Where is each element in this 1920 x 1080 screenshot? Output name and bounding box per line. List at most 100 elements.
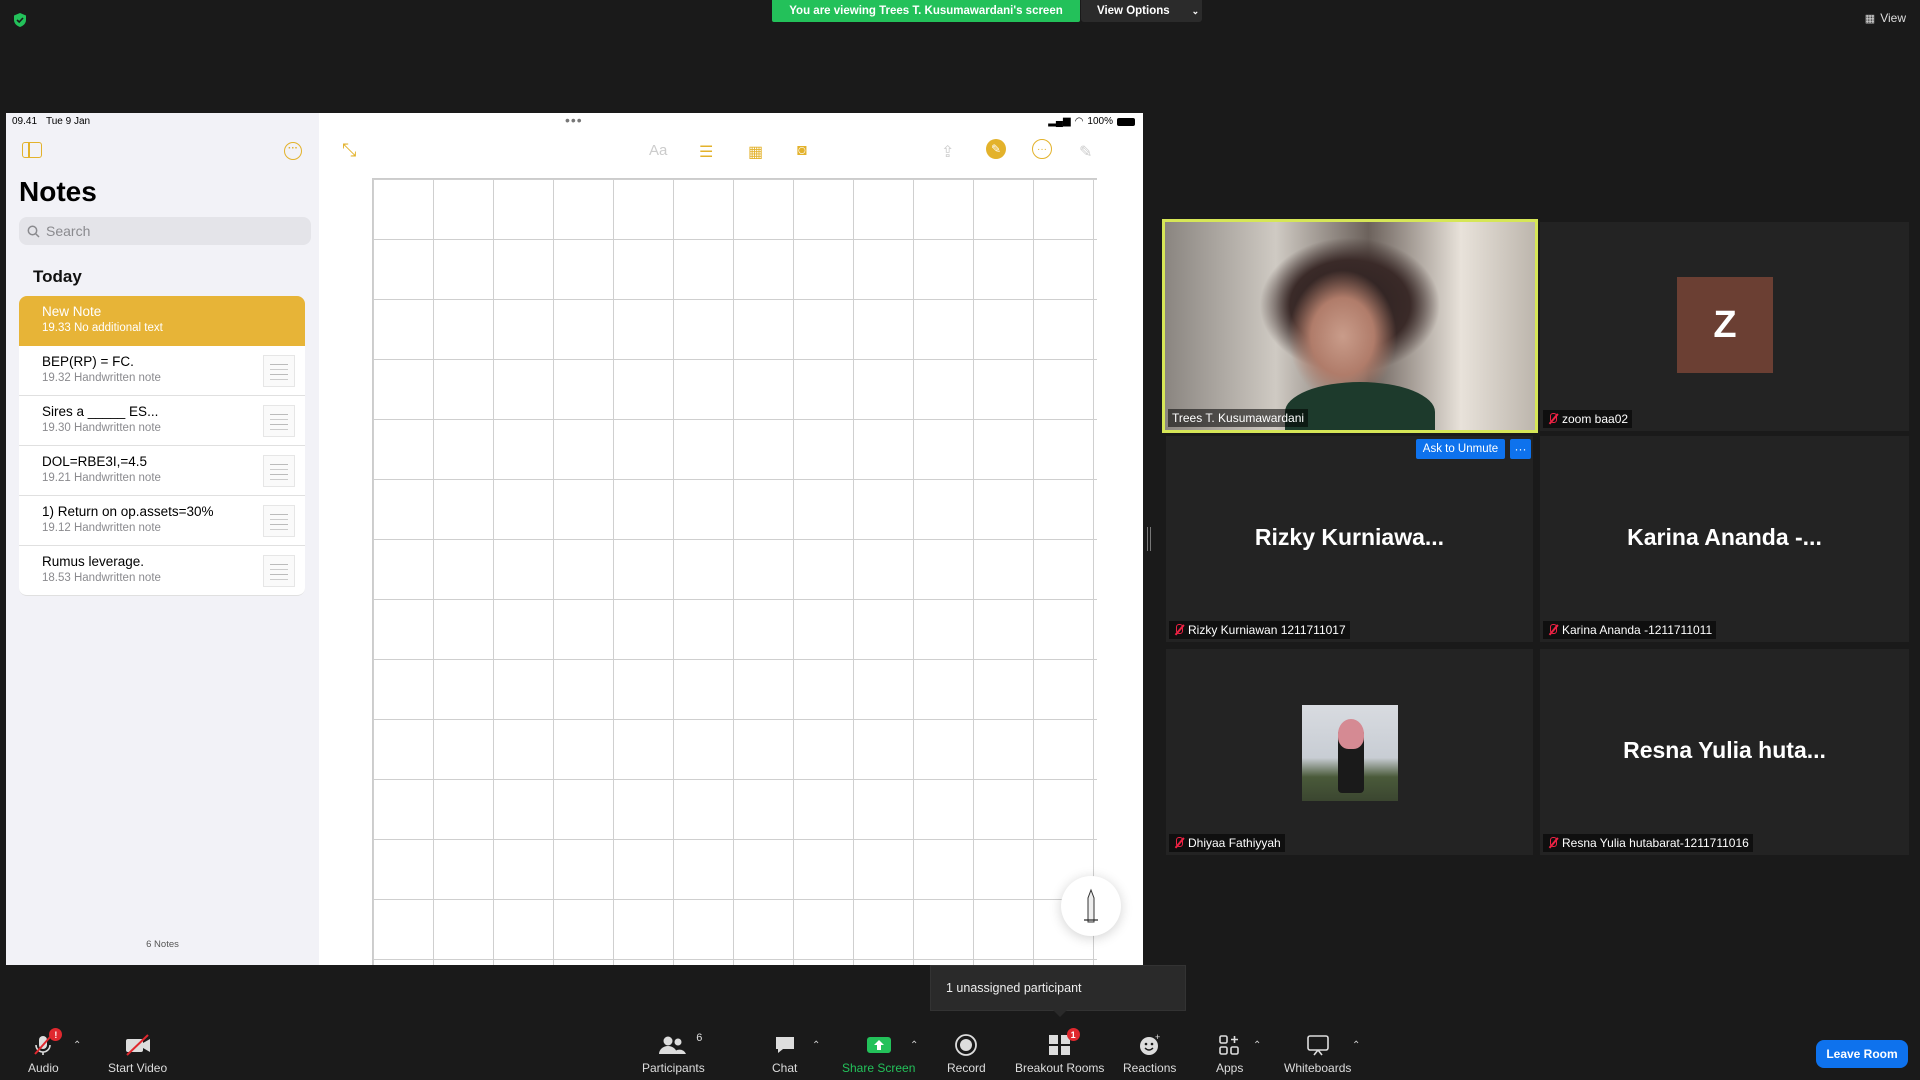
apps-button[interactable]: Apps: [1216, 1032, 1243, 1075]
start-video-button[interactable]: Start Video: [108, 1032, 167, 1075]
chat-options-caret-icon[interactable]: ⌃: [812, 1040, 820, 1051]
share-screen-icon: [866, 1032, 892, 1058]
chat-icon: [773, 1032, 797, 1058]
multitask-dots-icon[interactable]: •••: [565, 113, 583, 128]
note-list: New Note 19.33 No additional text BEP(RP…: [19, 296, 305, 596]
participant-name: zoom baa02: [1562, 412, 1629, 426]
viewing-screen-banner: You are viewing Trees T. Kusumawardani's…: [772, 0, 1080, 22]
share-options-caret-icon[interactable]: ⌃: [910, 1040, 918, 1051]
panel-resize-handle[interactable]: [1147, 527, 1151, 551]
reactions-label: Reactions: [1123, 1061, 1177, 1075]
note-subtitle: 19.33 No additional text: [42, 322, 163, 334]
search-input[interactable]: Search: [19, 217, 311, 245]
record-icon: [954, 1032, 978, 1058]
battery-icon: [1117, 117, 1135, 126]
share-screen-button[interactable]: Share Screen: [842, 1032, 915, 1075]
grid-view-icon: ▦: [1864, 12, 1876, 25]
audio-options-caret-icon[interactable]: ⌃: [73, 1040, 81, 1051]
shared-screen: ··· Notes Search Today New Note 19.33 No…: [6, 113, 1143, 965]
compose-icon[interactable]: ✎: [1079, 142, 1092, 162]
participants-label: Participants: [642, 1061, 705, 1075]
list-item[interactable]: BEP(RP) = FC. 19.32 Handwritten note: [19, 346, 305, 396]
participants-icon: 6: [658, 1032, 702, 1058]
view-options-button[interactable]: View Options ⌄: [1081, 0, 1202, 22]
participant-name: Karina Ananda -1211711011: [1562, 623, 1713, 637]
participant-display-name: Rizky Kurniawa...: [1254, 524, 1445, 551]
ask-to-unmute-button[interactable]: Ask to Unmute: [1416, 439, 1505, 459]
mic-muted-icon: [1547, 837, 1558, 849]
tile-more-button[interactable]: ···: [1510, 439, 1531, 459]
audio-button[interactable]: ! Audio: [28, 1028, 63, 1075]
chat-button[interactable]: Chat: [772, 1032, 797, 1075]
leave-room-button[interactable]: Leave Room: [1816, 1040, 1908, 1068]
notes-title: Notes: [19, 176, 97, 207]
status-time: 09.41: [12, 116, 38, 127]
search-icon: [27, 225, 40, 238]
grid-paper[interactable]: [372, 178, 1097, 965]
mic-muted-icon: !: [32, 1028, 63, 1058]
text-format-icon[interactable]: Aa: [649, 142, 667, 159]
breakout-rooms-button[interactable]: 1 Breakout Rooms: [1015, 1028, 1105, 1075]
participants-button[interactable]: 6 Participants: [642, 1032, 705, 1075]
more-options-icon[interactable]: ···: [284, 142, 302, 160]
share-icon[interactable]: ⇪: [941, 142, 954, 162]
participants-count: 6: [696, 1032, 703, 1044]
pencil-tool-icon[interactable]: [1061, 876, 1121, 936]
share-screen-label: Share Screen: [842, 1061, 916, 1075]
avatar: Z: [1677, 277, 1773, 373]
note-thumbnail: [263, 405, 295, 437]
status-right: ▂▄▆ ◠ 100%: [1048, 116, 1135, 127]
mic-muted-icon: [1547, 413, 1558, 425]
record-button[interactable]: Record: [947, 1032, 986, 1075]
camera-icon[interactable]: ◙: [797, 142, 807, 160]
markup-pen-icon[interactable]: ✎: [986, 139, 1006, 159]
chat-label: Chat: [772, 1061, 798, 1075]
list-item[interactable]: Rumus leverage. 18.53 Handwritten note: [19, 546, 305, 596]
note-thumbnail: [263, 455, 295, 487]
list-item[interactable]: Sires a _____ ES... 19.30 Handwritten no…: [19, 396, 305, 446]
video-tile[interactable]: Z zoom baa02: [1540, 222, 1909, 431]
video-tile[interactable]: Rizky Kurniawa... Rizky Kurniawan 121171…: [1166, 436, 1533, 642]
participant-name: Rizky Kurniawan 1211711017: [1188, 623, 1346, 637]
list-item[interactable]: DOL=RBE3I,=4.5 19.21 Handwritten note: [19, 446, 305, 496]
view-button[interactable]: ▦ View: [1865, 11, 1906, 25]
viewing-text: You are viewing Trees T. Kusumawardani's…: [789, 5, 1063, 17]
ipad-status-bar: 09.41 Tue 9 Jan ••• ▂▄▆ ◠ 100%: [6, 113, 1143, 130]
unassigned-participant-tooltip: 1 unassigned participant: [930, 965, 1186, 1017]
checklist-icon[interactable]: ☰: [699, 142, 713, 162]
table-icon[interactable]: ▦: [748, 142, 763, 162]
view-label: View: [1880, 11, 1906, 25]
breakout-badge: 1: [1066, 1028, 1080, 1041]
expand-icon[interactable]: ⤡: [342, 140, 356, 161]
apps-label: Apps: [1216, 1061, 1244, 1075]
participant-name-tag: Dhiyaa Fathiyyah: [1169, 834, 1285, 852]
signal-icon: ▂▄▆: [1048, 116, 1071, 127]
tooltip-text: 1 unassigned participant: [946, 981, 1082, 995]
battery-percent: 100%: [1087, 116, 1113, 127]
video-tile-active-speaker[interactable]: Trees T. Kusumawardani: [1162, 219, 1538, 433]
svg-text:+: +: [1155, 1033, 1160, 1042]
participant-display-name: Karina Ananda -...: [1627, 524, 1822, 551]
participant-name: Trees T. Kusumawardani: [1172, 411, 1305, 425]
video-tile[interactable]: Dhiyaa Fathiyyah: [1166, 649, 1533, 855]
whiteboards-options-caret-icon[interactable]: ⌃: [1352, 1040, 1360, 1051]
security-shield-icon[interactable]: [12, 12, 28, 28]
sidebar-toggle-icon[interactable]: [22, 142, 42, 158]
reactions-button[interactable]: + Reactions: [1123, 1032, 1176, 1075]
list-item[interactable]: 1) Return on op.assets=30% 19.12 Handwri…: [19, 496, 305, 546]
video-tile[interactable]: Karina Ananda -... Karina Ananda -121171…: [1540, 436, 1909, 642]
whiteboards-button[interactable]: Whiteboards: [1284, 1032, 1351, 1075]
list-item[interactable]: New Note 19.33 No additional text: [19, 296, 305, 346]
video-tile[interactable]: Resna Yulia huta... Resna Yulia hutabara…: [1540, 649, 1909, 855]
breakout-rooms-icon: 1: [1048, 1028, 1080, 1058]
note-thumbnail: [263, 555, 295, 587]
chevron-down-icon: ⌄: [1191, 5, 1200, 16]
apps-options-caret-icon[interactable]: ⌃: [1253, 1040, 1261, 1051]
apps-icon: [1218, 1032, 1242, 1058]
note-thumbnail: [263, 355, 295, 387]
note-thumbnail: [263, 505, 295, 537]
whiteboards-label: Whiteboards: [1284, 1061, 1352, 1075]
photo-head: [1338, 719, 1364, 749]
breakout-rooms-label: Breakout Rooms: [1015, 1061, 1105, 1075]
more-icon[interactable]: ···: [1032, 139, 1052, 159]
